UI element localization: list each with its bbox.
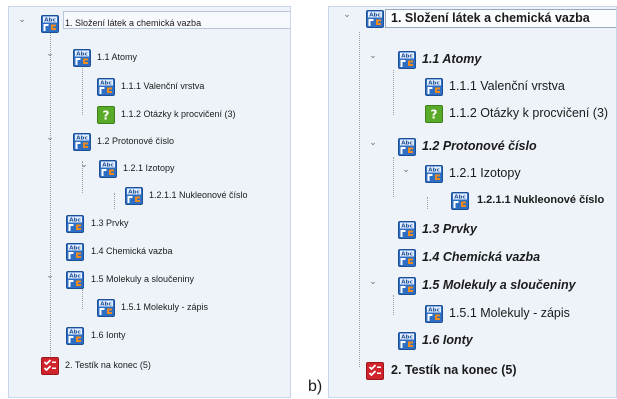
abc-lesson-icon bbox=[398, 249, 416, 267]
tree-item-2[interactable]: 2. Testík na konec (5) bbox=[329, 360, 616, 382]
abc-lesson-icon bbox=[425, 305, 443, 323]
question-icon bbox=[97, 106, 115, 124]
tree-item-1-2[interactable]: 1.2 Protonové číslo bbox=[329, 136, 616, 158]
tree-item-1[interactable]: 1. Složení látek a chemická vazba bbox=[329, 8, 616, 30]
test-check-icon bbox=[41, 357, 59, 375]
tree-item-label: 1. Složení látek a chemická vazba bbox=[391, 11, 590, 25]
abc-lesson-icon bbox=[425, 78, 443, 96]
tree-item-1-1-2[interactable]: 1.1.2 Otázky k procvičení (3) bbox=[9, 104, 290, 126]
tree-item-1-1[interactable]: 1.1 Atomy bbox=[329, 49, 616, 71]
tree-item-1-5-1[interactable]: 1.5.1 Molekuly - zápis bbox=[329, 303, 616, 325]
collapse-chevron-icon[interactable] bbox=[369, 55, 377, 63]
tree-item-label: 1. Složení látek a chemická vazba bbox=[65, 18, 202, 28]
tree-item-label: 1.6 Ionty bbox=[422, 333, 473, 347]
abc-lesson-icon bbox=[366, 10, 384, 28]
abc-lesson-icon bbox=[425, 165, 443, 183]
tree-item-label: 1.2.1 Izotopy bbox=[449, 166, 521, 180]
abc-lesson-icon bbox=[398, 138, 416, 156]
tree-item-label: 1.4 Chemická vazba bbox=[91, 246, 173, 256]
question-icon bbox=[425, 105, 443, 123]
collapse-chevron-icon[interactable] bbox=[369, 281, 377, 289]
abc-lesson-icon bbox=[73, 133, 91, 151]
tree-item-label: 1.2.1 Izotopy bbox=[123, 163, 175, 173]
collapse-chevron-icon[interactable] bbox=[46, 137, 54, 145]
tree-item-1-5[interactable]: 1.5 Molekuly a sloučeniny bbox=[9, 269, 290, 291]
tree-item-1-1-1[interactable]: 1.1.1 Valenční vrstva bbox=[329, 76, 616, 98]
tree-item-1-3[interactable]: 1.3 Prvky bbox=[329, 219, 616, 241]
tree-item-1-6[interactable]: 1.6 Ionty bbox=[9, 325, 290, 347]
abc-lesson-icon bbox=[99, 160, 117, 178]
collapse-chevron-icon[interactable] bbox=[46, 53, 54, 61]
tree-item-label: 1.1 Atomy bbox=[422, 52, 482, 66]
collapse-chevron-icon[interactable] bbox=[402, 169, 410, 177]
tree-item-label: 1.3 Prvky bbox=[422, 222, 477, 236]
tree-item-label: 1.5.1 Molekuly - zápis bbox=[449, 306, 570, 320]
tree-item-label: 1.1.1 Valenční vrstva bbox=[121, 81, 205, 91]
abc-lesson-icon bbox=[66, 215, 84, 233]
abc-lesson-icon bbox=[398, 221, 416, 239]
tree-item-label: 2. Testík na konec (5) bbox=[391, 363, 517, 377]
collapse-chevron-icon[interactable] bbox=[80, 164, 88, 172]
abc-lesson-icon bbox=[398, 277, 416, 295]
abc-lesson-icon bbox=[125, 187, 143, 205]
tree-item-1-2-1-1[interactable]: 1.2.1.1 Nukleonové číslo bbox=[9, 185, 290, 207]
tree-item-1-6[interactable]: 1.6 Ionty bbox=[329, 330, 616, 352]
abc-lesson-icon bbox=[398, 332, 416, 350]
tree-item-1-5-1[interactable]: 1.5.1 Molekuly - zápis bbox=[9, 297, 290, 319]
tree-item-1-4[interactable]: 1.4 Chemická vazba bbox=[9, 241, 290, 263]
tree-item-label: 1.2 Protonové číslo bbox=[97, 136, 175, 146]
tree-item-1-3[interactable]: 1.3 Prvky bbox=[9, 213, 290, 235]
tree-item-1-1-2[interactable]: 1.1.2 Otázky k procvičení (3) bbox=[329, 103, 616, 125]
test-check-icon bbox=[366, 362, 384, 380]
collapse-chevron-icon[interactable] bbox=[18, 19, 26, 27]
tree-item-label: 1.2.1.1 Nukleonové číslo bbox=[477, 194, 605, 206]
tree-item-label: 1.4 Chemická vazba bbox=[422, 250, 541, 264]
tree-item-1-1[interactable]: 1.1 Atomy bbox=[9, 47, 290, 69]
tree-item-1-1-1[interactable]: 1.1.1 Valenční vrstva bbox=[9, 76, 290, 98]
abc-lesson-icon bbox=[66, 243, 84, 261]
tree-item-1-2-1[interactable]: 1.2.1 Izotopy bbox=[329, 163, 616, 185]
tree-item-2[interactable]: 2. Testík na konec (5) bbox=[9, 355, 290, 377]
tree-item-label: 1.1.2 Otázky k procvičení (3) bbox=[449, 106, 609, 120]
panel-b-caption: b) bbox=[308, 378, 323, 395]
abc-lesson-icon bbox=[451, 192, 469, 210]
abc-lesson-icon bbox=[66, 327, 84, 345]
tree-item-label: 1.1.1 Valenční vrstva bbox=[449, 79, 565, 93]
tree-item-label: 1.5 Molekuly a sloučeniny bbox=[422, 278, 576, 292]
tree-item-label: 1.3 Prvky bbox=[91, 218, 129, 228]
tree-item-label: 1.6 Ionty bbox=[91, 330, 126, 340]
abc-lesson-icon bbox=[73, 49, 91, 67]
tree-item-label: 1.5 Molekuly a sloučeniny bbox=[91, 274, 195, 284]
tree-item-label: 1.1.2 Otázky k procvičení (3) bbox=[121, 109, 236, 119]
collapse-chevron-icon[interactable] bbox=[46, 275, 54, 283]
collapse-chevron-icon[interactable] bbox=[369, 142, 377, 150]
tree-item-1[interactable]: 1. Složení látek a chemická vazba bbox=[9, 13, 290, 35]
tree-item-label: 1.5.1 Molekuly - zápis bbox=[121, 302, 209, 312]
abc-lesson-icon bbox=[97, 299, 115, 317]
tree-item-label: 1.2.1.1 Nukleonové číslo bbox=[149, 190, 248, 200]
abc-lesson-icon bbox=[66, 271, 84, 289]
collapse-chevron-icon[interactable] bbox=[343, 14, 351, 22]
tree-item-1-4[interactable]: 1.4 Chemická vazba bbox=[329, 247, 616, 269]
tree-item-label: 1.1 Atomy bbox=[97, 52, 138, 62]
tree-item-1-2-1[interactable]: 1.2.1 Izotopy bbox=[9, 158, 290, 180]
course-tree-panel-a: 1. Složení látek a chemická vazba 1.1 At… bbox=[8, 6, 291, 398]
abc-lesson-icon bbox=[97, 78, 115, 96]
tree-item-label: 2. Testík na konec (5) bbox=[65, 360, 151, 370]
tree-item-1-5[interactable]: 1.5 Molekuly a sloučeniny bbox=[329, 275, 616, 297]
abc-lesson-icon bbox=[398, 51, 416, 69]
tree-item-1-2[interactable]: 1.2 Protonové číslo bbox=[9, 131, 290, 153]
tree-item-label: 1.2 Protonové číslo bbox=[422, 139, 537, 153]
course-tree-panel-b: 1. Složení látek a chemická vazba 1.1 At… bbox=[328, 6, 617, 398]
tree-item-1-2-1-1[interactable]: 1.2.1.1 Nukleonové číslo bbox=[329, 190, 616, 212]
abc-lesson-icon bbox=[41, 15, 59, 33]
